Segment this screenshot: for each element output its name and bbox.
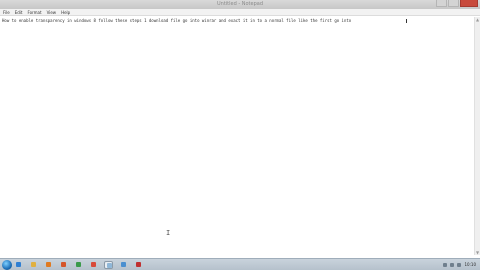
scroll-up-icon[interactable]: ▲ (475, 17, 480, 22)
menu-help[interactable]: Help (61, 9, 70, 15)
taskbar-button[interactable] (89, 261, 98, 269)
explorer-icon (31, 262, 36, 267)
taskbar: 10:10 (0, 258, 480, 270)
taskbar-button[interactable] (119, 261, 128, 269)
ie-icon (16, 262, 21, 267)
clock[interactable]: 10:10 (464, 259, 476, 270)
taskbar-button[interactable] (44, 261, 53, 269)
minimize-button[interactable] (436, 0, 447, 7)
tray-volume-icon[interactable] (450, 262, 455, 267)
system-tray: 10:10 (443, 259, 476, 270)
menu-bar: File Edit Format View Help (0, 9, 480, 16)
taskbar-button[interactable] (59, 261, 68, 269)
vertical-scrollbar[interactable]: ▲ ▼ (474, 17, 480, 255)
scroll-down-icon[interactable]: ▼ (475, 250, 480, 255)
title-bar: Untitled - Notepad (0, 0, 480, 9)
text-cursor-icon: I (166, 229, 171, 237)
taskbar-button[interactable] (134, 261, 143, 269)
app-icon (76, 262, 81, 267)
taskbar-button[interactable] (14, 261, 23, 269)
window-title: Untitled - Notepad (216, 1, 263, 7)
paint-icon (121, 262, 126, 267)
menu-view[interactable]: View (47, 9, 57, 15)
taskbar-button[interactable] (74, 261, 83, 269)
firefox-icon (61, 262, 66, 267)
text-editor[interactable]: How to enable transparency in windows 8 … (0, 17, 474, 255)
recorder-icon (136, 262, 141, 267)
chrome-icon (91, 262, 96, 267)
close-button[interactable] (460, 0, 478, 7)
menu-file[interactable]: File (3, 9, 10, 15)
notepad-icon (107, 263, 112, 268)
editor-content: How to enable transparency in windows 8 … (2, 18, 352, 23)
tray-network-icon[interactable] (443, 262, 448, 267)
menu-format[interactable]: Format (27, 9, 41, 15)
text-caret (406, 19, 407, 23)
tray-flag-icon[interactable] (457, 262, 462, 267)
taskbar-button[interactable] (104, 261, 113, 269)
start-button[interactable] (2, 260, 12, 270)
taskbar-button[interactable] (29, 261, 38, 269)
window-controls (436, 0, 478, 7)
maximize-button[interactable] (448, 0, 459, 7)
media-icon (46, 262, 51, 267)
menu-edit[interactable]: Edit (15, 9, 23, 15)
